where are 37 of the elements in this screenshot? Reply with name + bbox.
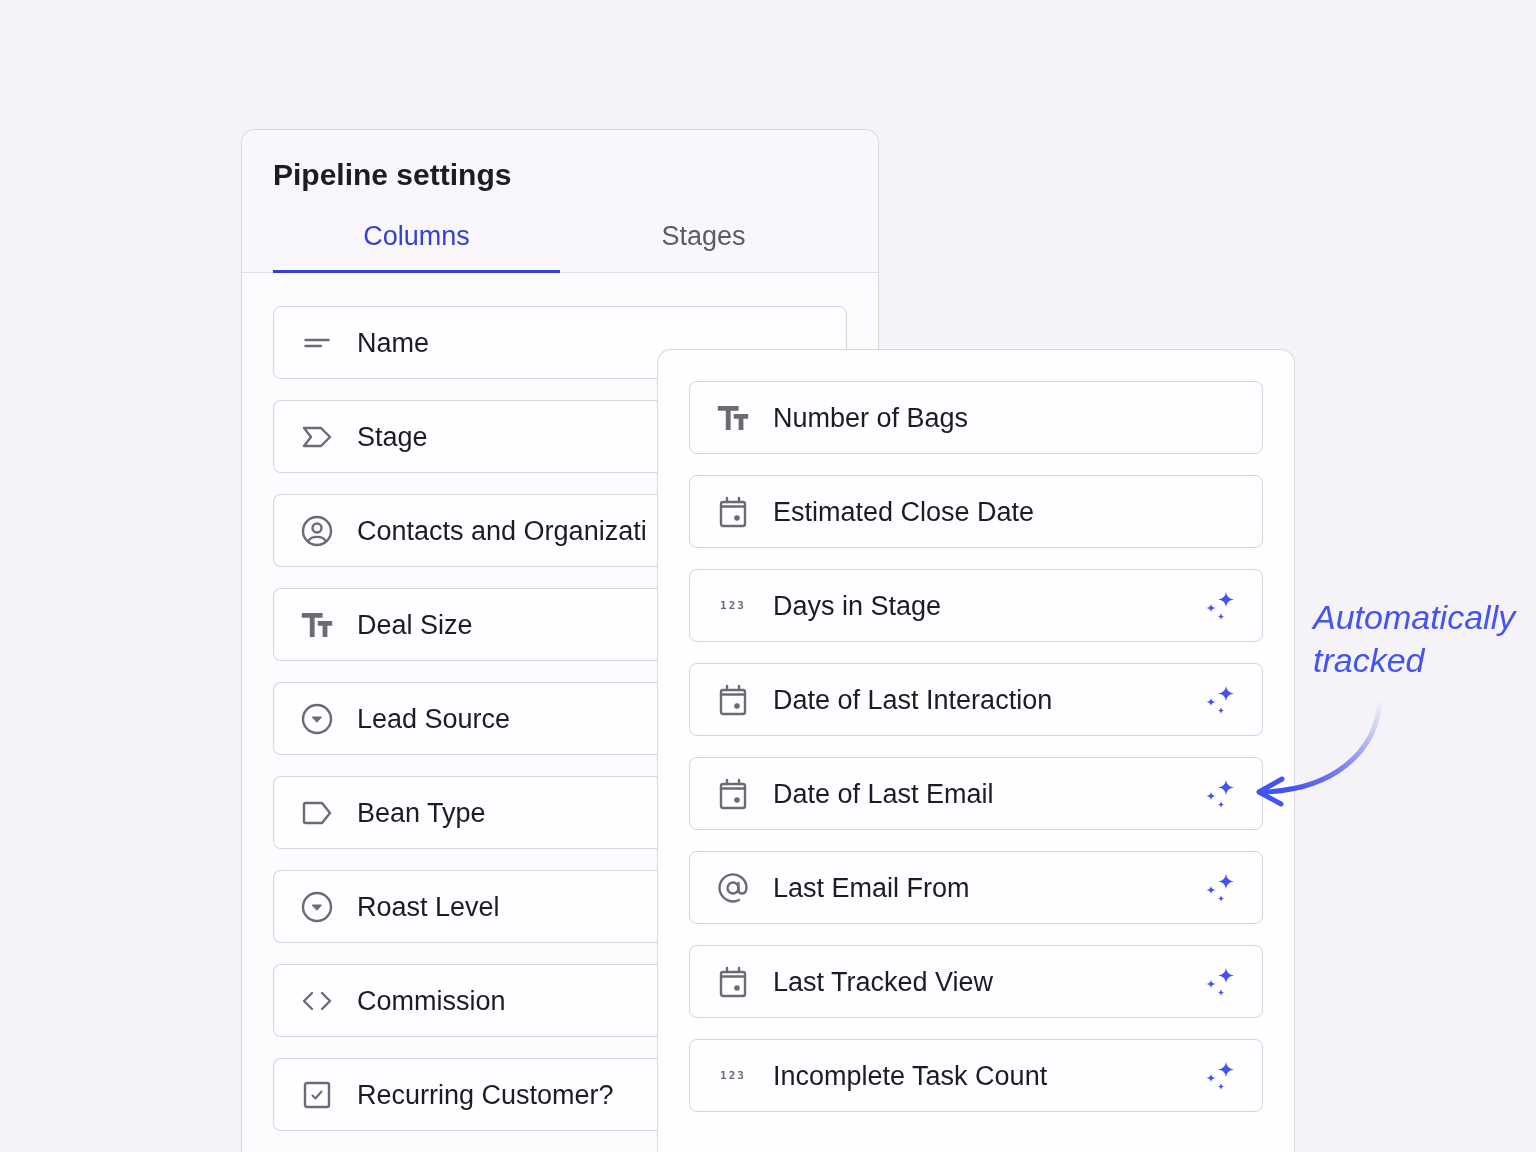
column-item[interactable]: Date of Last Interaction [689,663,1263,736]
at-sign-icon [717,871,749,904]
chevron-icon [302,425,332,448]
tag-icon [302,800,332,825]
checkbox-icon [303,1080,331,1109]
dropdown-circle-icon [301,890,333,923]
column-item[interactable]: Estimated Close Date [689,475,1263,548]
column-item[interactable]: Stage [273,400,657,473]
panel-title: Pipeline settings [273,157,513,193]
code-icon [301,990,333,1011]
column-item[interactable]: Recurring Customer? [273,1058,657,1131]
column-item[interactable]: Contacts and Organizati [273,494,657,567]
dropdown-circle-icon [301,702,333,735]
column-item[interactable]: Number of Bags [689,381,1263,454]
annotation-text: Automatically tracked [1313,597,1518,681]
column-item[interactable]: Lead Source [273,682,657,755]
tab[interactable]: Stages [560,203,847,273]
number-icon: 123 [720,1070,746,1081]
column-item[interactable]: Last Email From [689,851,1263,924]
column-item[interactable]: Date of Last Email [689,757,1263,830]
calendar-icon [719,495,747,528]
lines-icon [304,337,330,348]
column-item[interactable]: Last Tracked View [689,945,1263,1018]
column-item[interactable]: Deal Size [273,588,657,661]
tab[interactable]: Columns [273,203,560,273]
column-item[interactable]: 123 Days in Stage [689,569,1263,642]
user-circle-icon [301,514,333,547]
column-item[interactable]: Commission [273,964,657,1037]
text-size-icon [717,404,749,431]
calendar-icon [719,777,747,810]
calendar-icon [719,965,747,998]
column-item[interactable]: 123 Incomplete Task Count [689,1039,1263,1112]
calendar-icon [719,683,747,716]
column-item[interactable]: Roast Level [273,870,657,943]
number-icon: 123 [720,600,746,611]
column-item[interactable]: Bean Type [273,776,657,849]
text-size-icon [301,611,333,638]
